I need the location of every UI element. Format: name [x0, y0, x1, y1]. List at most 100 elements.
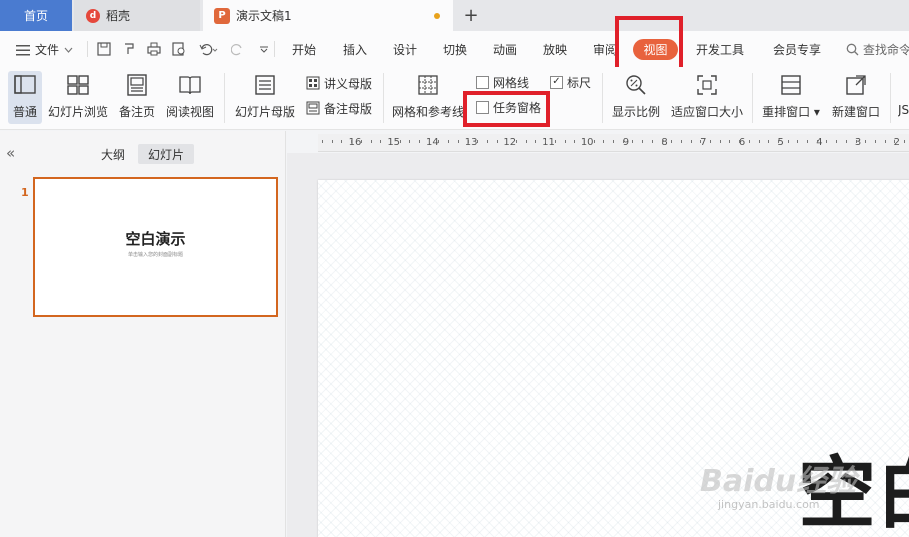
js-icon [898, 73, 909, 97]
zoom-button[interactable]: 显示比例 [610, 71, 662, 124]
menu-membership[interactable]: 会员专享 [773, 41, 821, 58]
reading-view-button[interactable]: 阅读视图 [165, 71, 215, 124]
ruler-tick [486, 140, 488, 143]
collapse-panel-icon[interactable]: « [6, 144, 15, 162]
fit-window-button[interactable]: 适应窗口大小 [670, 71, 744, 124]
ruler-tick [719, 140, 721, 143]
menu-divider [274, 41, 275, 57]
ruler-tick [739, 140, 741, 143]
ruler-tick [651, 140, 653, 143]
ruler-tick [535, 140, 537, 143]
ruler-checkbox-box[interactable]: ✓ [550, 75, 563, 89]
new-window-icon [846, 75, 866, 95]
ruler-tick [380, 140, 382, 143]
ribbon-divider [224, 73, 225, 123]
slide-number: 1 [21, 186, 29, 199]
menu-home[interactable]: 开始 [292, 41, 316, 58]
file-menu-label: 文件 [35, 43, 60, 57]
menu-divider [87, 41, 88, 57]
menu-insert[interactable]: 插入 [343, 41, 367, 58]
reading-view-label: 阅读视图 [165, 105, 214, 119]
js-macro-button[interactable]: JS [898, 71, 909, 124]
ruler-tick [884, 140, 886, 143]
ruler-tick [341, 140, 343, 143]
tab-slides[interactable]: 幻灯片 [138, 144, 194, 164]
normal-view-button[interactable]: 普通 [8, 71, 42, 124]
ruler-tick [632, 140, 634, 143]
ruler-tick [399, 140, 401, 143]
ruler-tick [671, 140, 673, 143]
gridlines-label: 网格线 [493, 75, 530, 90]
search-command[interactable]: 查找命令 [846, 41, 909, 58]
ruler-tick [758, 140, 760, 143]
ruler-tick [322, 140, 323, 143]
slide-sorter-icon [67, 75, 89, 95]
new-window-label: 新建窗口 [831, 105, 880, 119]
ruler-tick [477, 140, 479, 143]
menu-transitions[interactable]: 切换 [443, 41, 467, 58]
menu-developer[interactable]: 开发工具 [696, 41, 744, 58]
ruler-tick [457, 140, 459, 143]
new-tab-button[interactable]: + [461, 0, 481, 31]
ruler-tick [710, 140, 711, 143]
presentation-icon: P [214, 7, 230, 24]
ruler-tick [564, 140, 566, 143]
gridlines-checkbox[interactable]: 网格线 [476, 72, 529, 92]
grid-and-guides-button[interactable]: 网格和参考线 [391, 71, 465, 124]
tab-document[interactable]: P 演示文稿1 [203, 0, 453, 31]
tab-daoke-label: 稻壳 [106, 9, 131, 23]
redo-icon[interactable] [230, 41, 246, 57]
tab-outline[interactable]: 大纲 [96, 144, 130, 164]
fit-window-icon [697, 75, 717, 95]
ribbon-divider [602, 73, 603, 123]
file-menu[interactable]: 文件 [16, 41, 73, 58]
ruler-tick [516, 140, 517, 143]
notes-master-button[interactable]: 备注母版 [306, 98, 372, 118]
gridlines-checkbox-box[interactable] [476, 75, 489, 89]
slide-sorter-button[interactable]: 幻灯片浏览 [48, 71, 108, 124]
ribbon-divider [383, 73, 384, 123]
tab-slides-label: 幻灯片 [147, 147, 184, 162]
menu-review[interactable]: 审阅 [593, 41, 617, 58]
notes-page-button[interactable]: 备注页 [117, 71, 157, 124]
tab-home[interactable]: 首页 [0, 0, 72, 31]
save-icon[interactable] [96, 41, 112, 57]
undo-icon[interactable] [197, 41, 219, 57]
ruler-tick [428, 140, 430, 143]
tab-home-label: 首页 [23, 9, 48, 23]
notes-master-label: 备注母版 [324, 101, 373, 116]
fit-window-label: 适应窗口大小 [670, 105, 743, 119]
customize-toolbar-icon[interactable] [256, 41, 272, 57]
ruler-tick [797, 140, 799, 143]
slide-master-button[interactable]: 幻灯片母版 [234, 71, 296, 124]
ruler-tick [748, 140, 750, 143]
ruler-tick [700, 140, 702, 143]
arrange-windows-button[interactable]: 重排窗口 ▾ [760, 71, 822, 124]
ribbon-divider [890, 73, 891, 123]
ruler-checkbox[interactable]: ✓ 标尺 [550, 72, 591, 92]
ruler-label: 标尺 [567, 75, 592, 90]
print-preview-icon[interactable] [171, 41, 187, 57]
print-icon[interactable] [146, 41, 162, 57]
tab-outline-label: 大纲 [100, 147, 125, 162]
ruler-tick [506, 140, 508, 143]
slide-sorter-label: 幻灯片浏览 [48, 105, 109, 119]
ruler-tick [777, 140, 779, 143]
ruler-tick [438, 140, 440, 143]
plus-icon: + [463, 5, 479, 26]
tab-daoke[interactable]: d 稻壳 [74, 0, 200, 31]
ruler-tick [331, 140, 333, 143]
handout-master-button[interactable]: 讲义母版 [306, 73, 372, 93]
ruler-tick [845, 140, 847, 143]
new-window-button[interactable]: 新建窗口 [830, 71, 882, 124]
ruler-tick [836, 140, 838, 143]
slide-thumbnail[interactable]: 空白演示 单击输入您的封面副标题 [33, 177, 278, 317]
menu-animations[interactable]: 动画 [493, 41, 517, 58]
ruler-tick [816, 140, 818, 143]
search-icon [846, 43, 859, 56]
format-painter-icon[interactable] [121, 41, 137, 57]
handout-master-icon [306, 76, 320, 90]
menu-design[interactable]: 设计 [393, 41, 417, 58]
ruler-tick [622, 140, 624, 143]
menu-slideshow[interactable]: 放映 [543, 41, 567, 58]
